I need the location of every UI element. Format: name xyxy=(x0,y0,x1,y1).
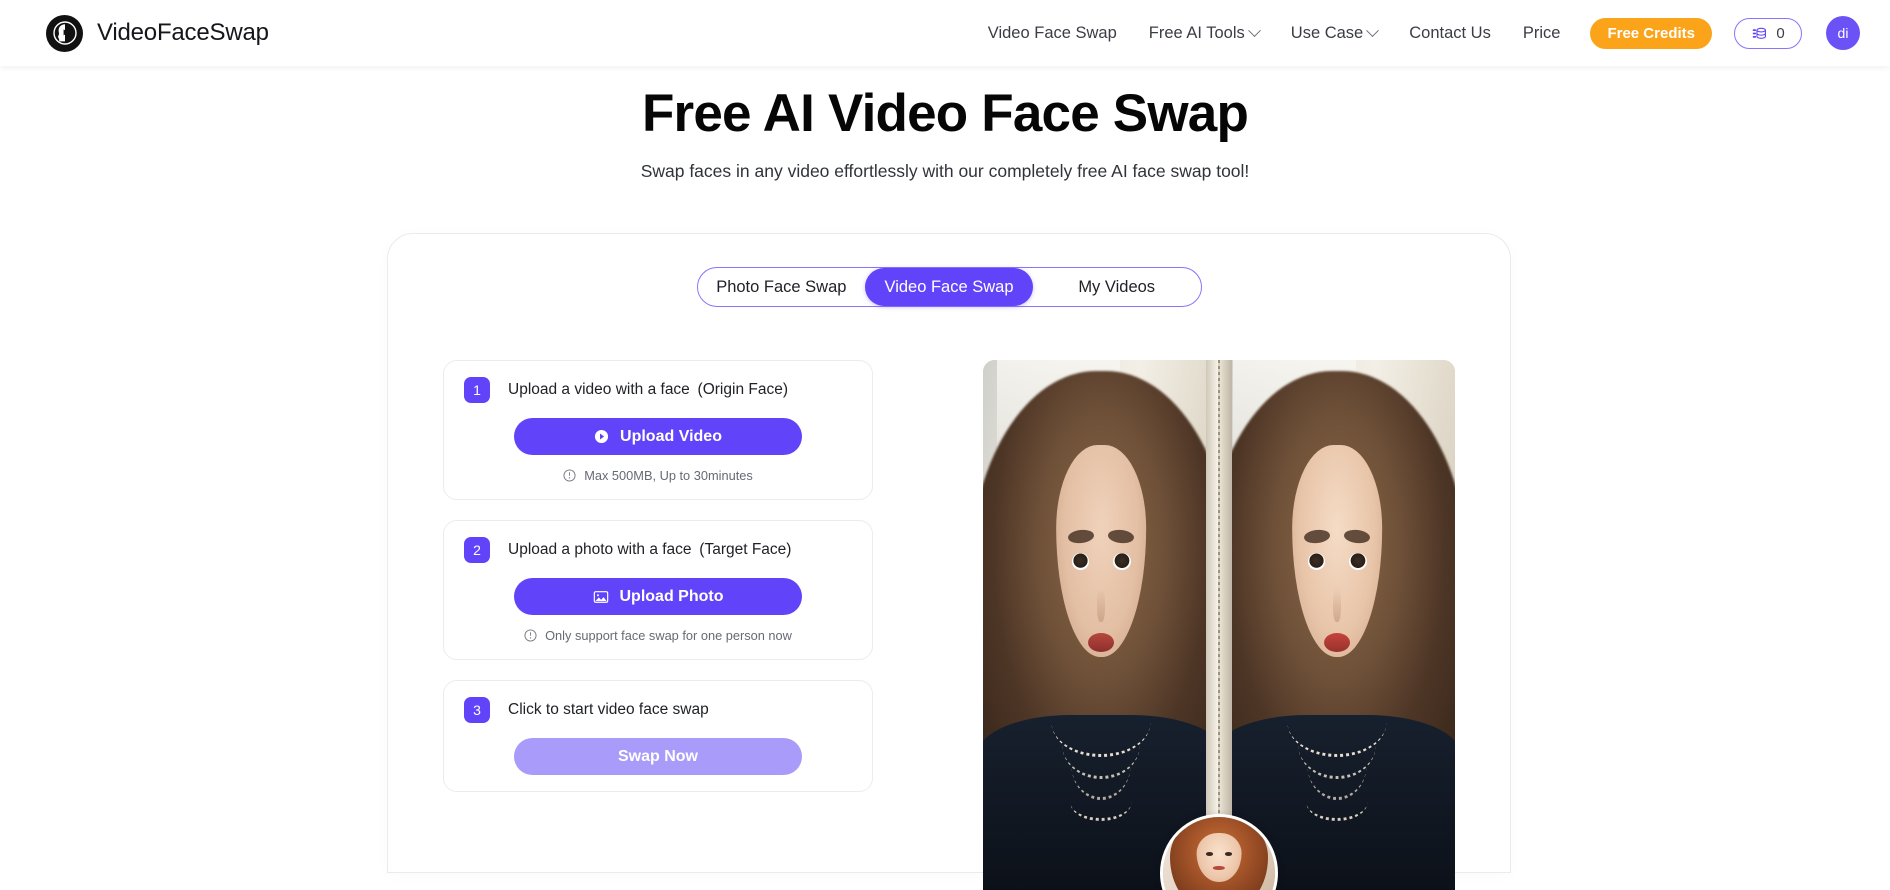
chevron-down-icon xyxy=(1247,23,1261,37)
nav-label: Video Face Swap xyxy=(987,23,1117,42)
free-credits-button[interactable]: Free Credits xyxy=(1590,17,1712,49)
hint-text: Only support face swap for one person no… xyxy=(545,628,792,643)
hero-section: Free AI Video Face Swap Swap faces in an… xyxy=(0,66,1890,182)
step-card-3: 3 Click to start video face swap Swap No… xyxy=(443,680,873,792)
step-header: 1 Upload a video with a face (Origin Fac… xyxy=(464,377,852,403)
nav-item-contact-us[interactable]: Contact Us xyxy=(1393,16,1507,51)
step-number-badge: 3 xyxy=(464,697,490,723)
mode-tabs: Photo Face Swap Video Face Swap My Video… xyxy=(696,267,1202,307)
nav-item-use-case[interactable]: Use Case xyxy=(1275,16,1393,51)
step-hint: Only support face swap for one person no… xyxy=(464,628,852,643)
step-title: Click to start video face swap xyxy=(508,701,709,718)
info-circle-icon xyxy=(563,469,576,482)
tool-card: Photo Face Swap Video Face Swap My Video… xyxy=(387,233,1511,890)
button-label: Upload Video xyxy=(620,427,722,445)
tab-photo-face-swap[interactable]: Photo Face Swap xyxy=(698,268,866,306)
before-image xyxy=(983,360,1219,890)
step-header: 2 Upload a photo with a face (Target Fac… xyxy=(464,537,852,563)
credits-value: 0 xyxy=(1776,24,1785,42)
brand-logo-link[interactable]: VideoFaceSwap xyxy=(46,14,269,52)
button-label: Upload Photo xyxy=(619,587,724,605)
upload-photo-button[interactable]: Upload Photo xyxy=(514,578,802,615)
step-title: Upload a photo with a face (Target Face) xyxy=(508,541,792,558)
nav-label: Contact Us xyxy=(1409,23,1491,42)
chevron-down-icon xyxy=(1366,23,1380,37)
nav-item-free-ai-tools[interactable]: Free AI Tools xyxy=(1133,16,1275,51)
info-circle-icon xyxy=(524,629,537,642)
image-icon xyxy=(593,589,609,605)
upload-video-button[interactable]: Upload Video xyxy=(514,418,802,455)
nav-label: Use Case xyxy=(1290,23,1364,42)
play-circle-icon xyxy=(594,429,609,444)
step-card-1: 1 Upload a video with a face (Origin Fac… xyxy=(443,360,873,500)
nav-label: Free AI Tools xyxy=(1148,23,1245,42)
page-subtitle: Swap faces in any video effortlessly wit… xyxy=(640,160,1250,181)
face-swap-before-after-preview xyxy=(983,360,1455,890)
site-header: VideoFaceSwap Video Face Swap Free AI To… xyxy=(0,0,1890,66)
tab-video-face-swap[interactable]: Video Face Swap xyxy=(865,268,1033,306)
workspace: 1 Upload a video with a face (Origin Fac… xyxy=(388,307,1510,890)
steps-column: 1 Upload a video with a face (Origin Fac… xyxy=(443,360,873,890)
credits-balance-pill[interactable]: 0 xyxy=(1734,17,1802,49)
nav-item-price[interactable]: Price xyxy=(1507,16,1577,51)
preview-before-half xyxy=(983,360,1219,890)
step-title: Upload a video with a face (Origin Face) xyxy=(508,381,788,398)
mirror-divider xyxy=(1206,360,1232,890)
step-hint: Max 500MB, Up to 30minutes xyxy=(464,468,852,483)
after-image xyxy=(1219,360,1455,890)
step-card-2: 2 Upload a photo with a face (Target Fac… xyxy=(443,520,873,660)
hint-text: Max 500MB, Up to 30minutes xyxy=(584,468,753,483)
coin-stack-icon xyxy=(1751,25,1768,42)
brand-name: VideoFaceSwap xyxy=(97,19,269,46)
preview-after-half xyxy=(1219,360,1455,890)
nav-label: Price xyxy=(1522,23,1561,42)
user-avatar[interactable]: di xyxy=(1826,16,1860,50)
main-navigation: Video Face Swap Free AI Tools Use Case C… xyxy=(972,16,1860,51)
page-title: Free AI Video Face Swap xyxy=(641,84,1249,143)
videofaceswap-logo-icon xyxy=(46,14,83,52)
tab-my-videos[interactable]: My Videos xyxy=(1033,268,1201,306)
step-number-badge: 2 xyxy=(464,537,490,563)
step-number-badge: 1 xyxy=(464,377,490,403)
swap-now-button[interactable]: Swap Now xyxy=(514,738,802,775)
step-header: 3 Click to start video face swap xyxy=(464,697,852,723)
target-face-thumbnail[interactable] xyxy=(1160,814,1278,890)
nav-item-video-face-swap[interactable]: Video Face Swap xyxy=(972,16,1133,51)
